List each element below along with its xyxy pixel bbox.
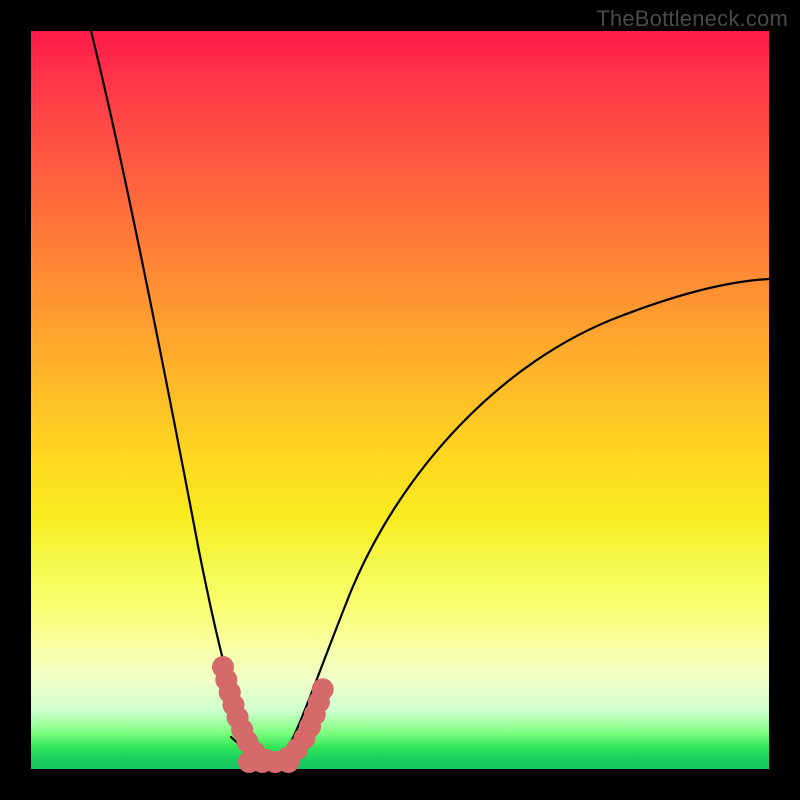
bead-overlay-left: [223, 667, 275, 762]
curve-layer: [31, 31, 769, 769]
curve-right-branch: [283, 279, 769, 757]
plot-area: [31, 31, 769, 769]
curve-left-branch: [91, 31, 256, 754]
watermark-text: TheBottleneck.com: [596, 6, 788, 32]
chart-container: TheBottleneck.com: [0, 0, 800, 800]
